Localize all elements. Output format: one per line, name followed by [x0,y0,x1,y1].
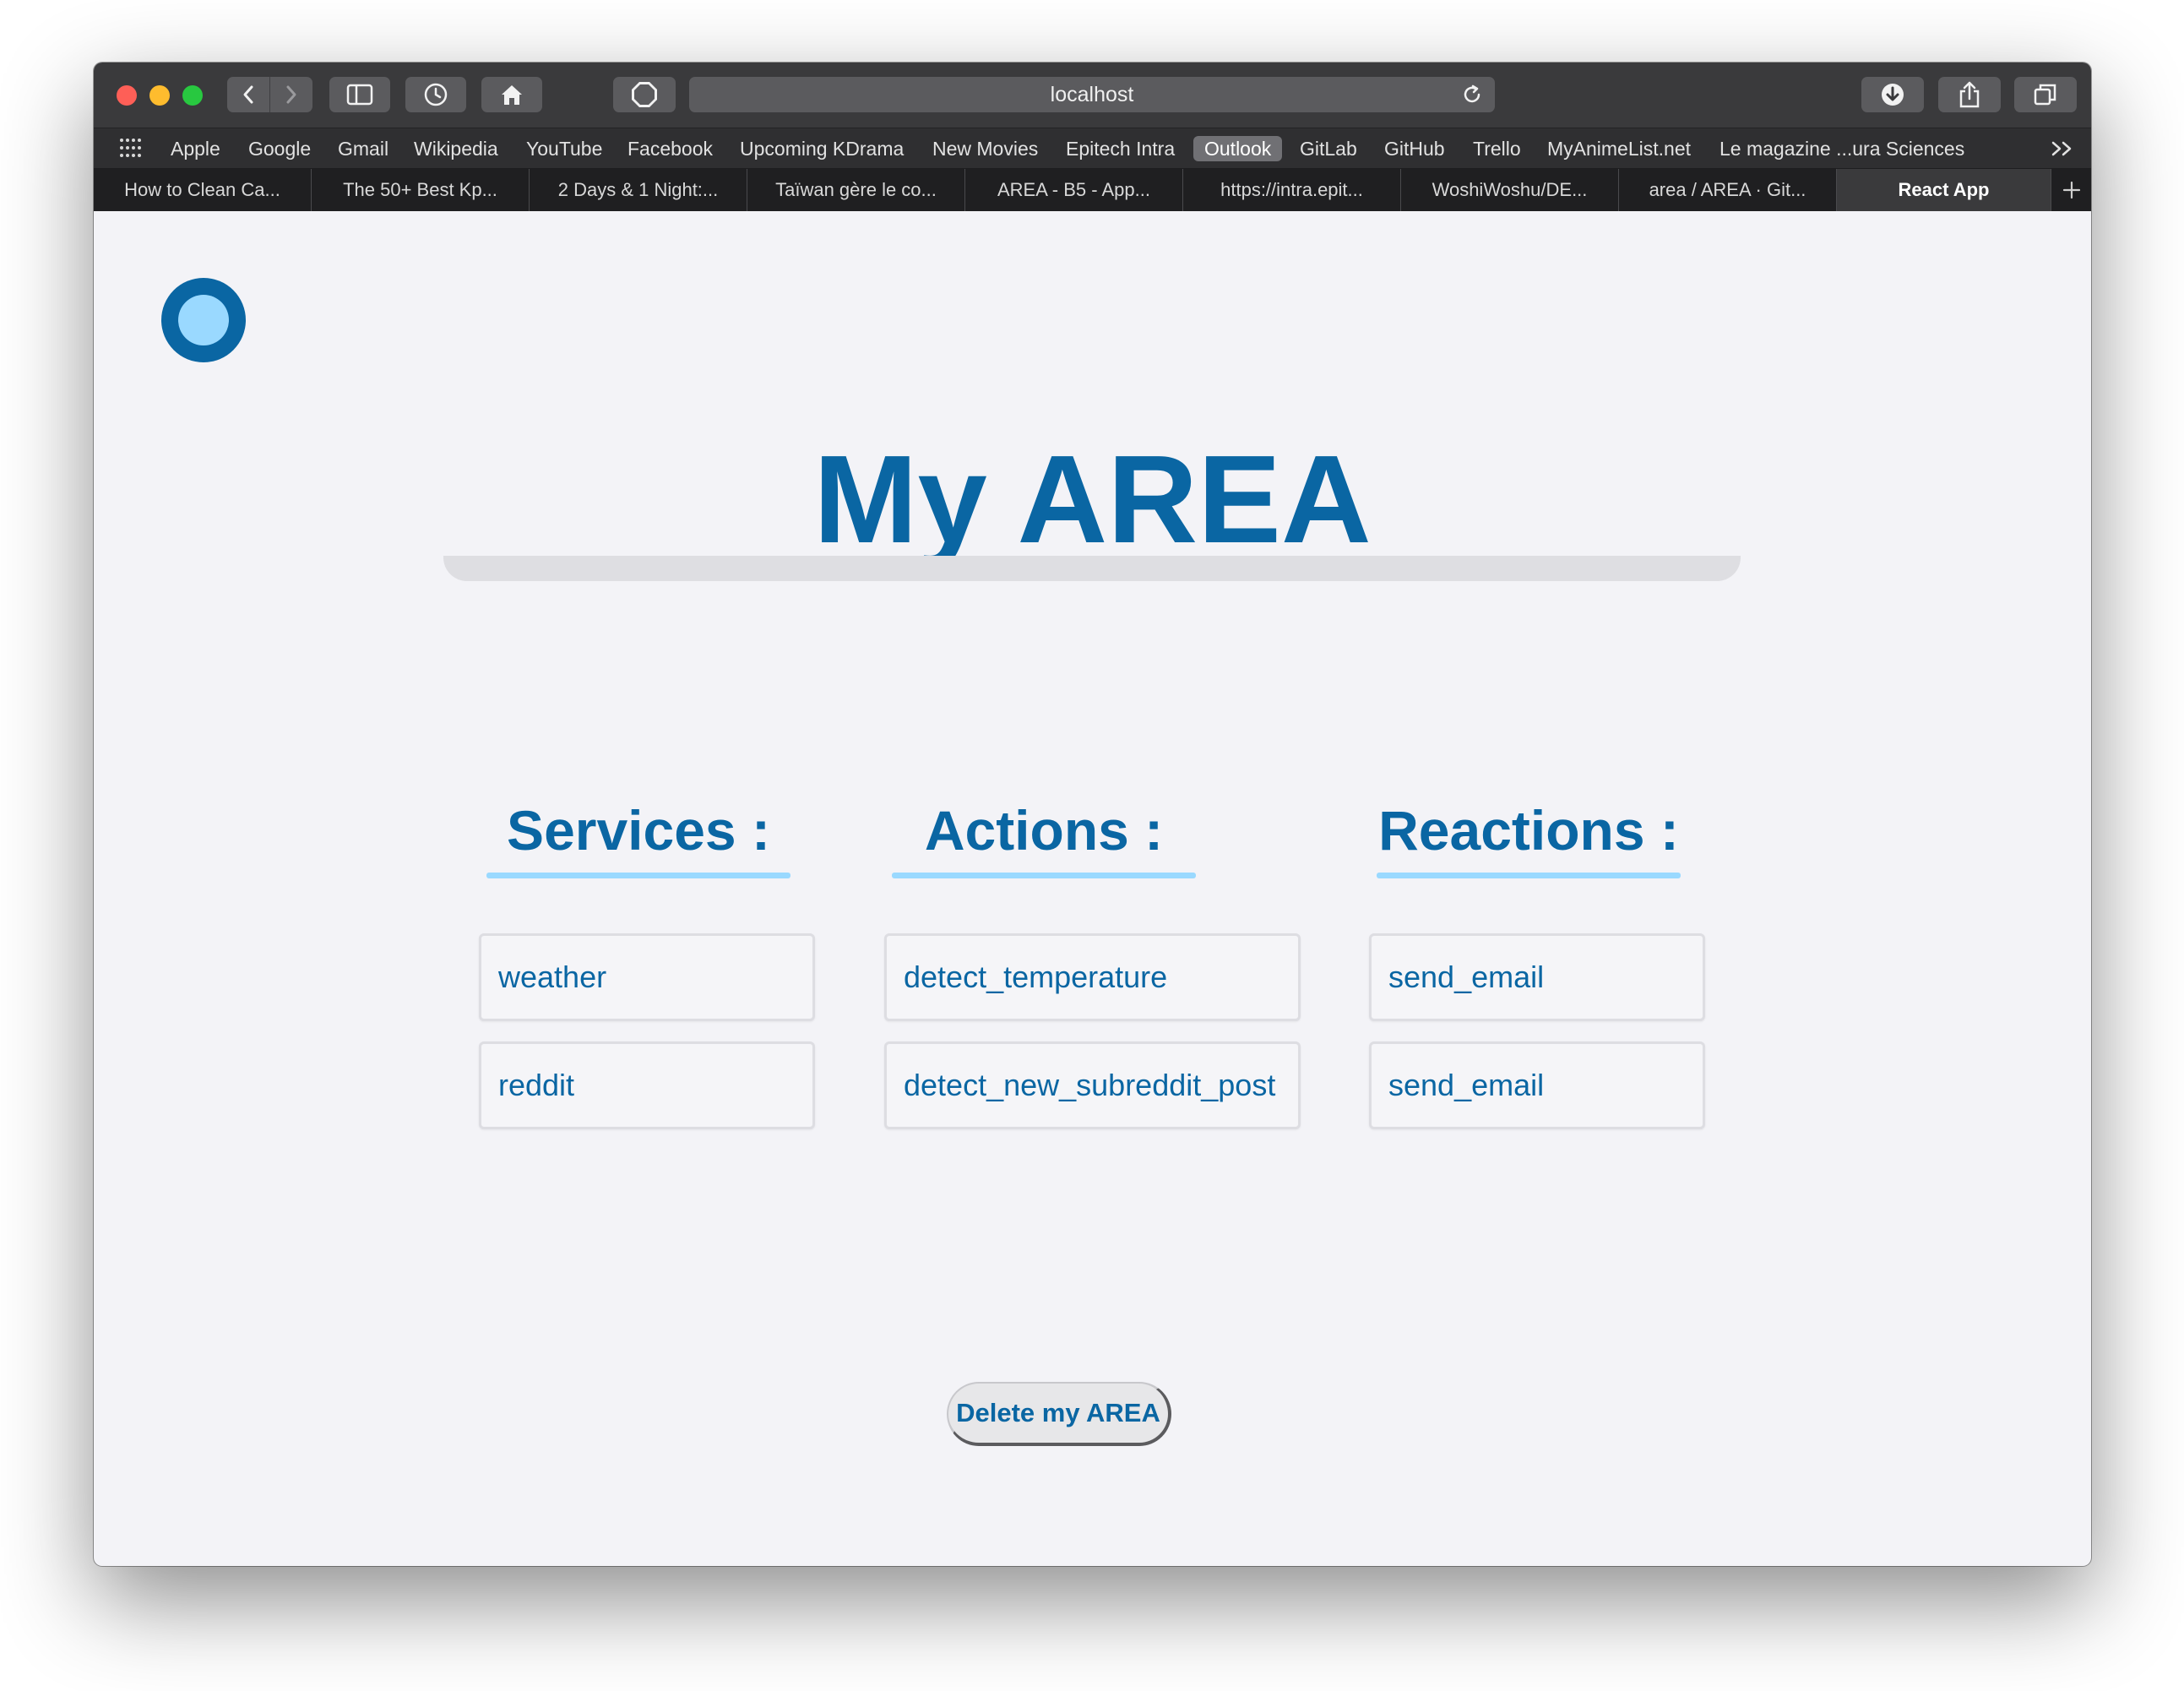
history-button[interactable] [405,77,466,112]
bookmarks-bar: Apple Google Gmail Wikipedia YouTube Fac… [94,128,2091,169]
tab-area-gitlab[interactable]: area / AREA · Git... [1619,169,1837,211]
more-bookmarks-icon[interactable] [2051,140,2076,157]
tab-best-kp[interactable]: The 50+ Best Kp... [312,169,530,211]
tab-woshiwoshu[interactable]: WoshiWoshu/DE... [1401,169,1619,211]
reactions-underline [1377,873,1681,878]
minimize-window-button[interactable] [149,85,170,106]
services-underline [486,873,790,878]
download-icon [1882,84,1904,106]
plus-icon [2062,181,2080,199]
bookmark-new-movies[interactable]: New Movies [932,136,1038,161]
app-logo[interactable] [161,278,246,362]
chevron-left-icon [243,85,253,104]
bookmark-outlook[interactable]: Outlook [1193,136,1283,161]
bookmark-le-magazine[interactable]: Le magazine ...ura Sciences [1719,136,1964,161]
reactions-heading: Reactions : [1378,799,1679,862]
browser-toolbar: localhost [94,63,2091,128]
action-item-detect-new-subreddit-post[interactable]: detect_new_subreddit_post [884,1041,1301,1129]
back-button[interactable] [227,77,269,112]
actions-underline [892,873,1196,878]
tab-react-app[interactable]: React App [1837,169,2051,211]
sidebar-toggle-button[interactable] [329,77,390,112]
reaction-item-send-email-2[interactable]: send_email [1369,1041,1705,1129]
bookmark-facebook[interactable]: Facebook [627,136,713,161]
actions-heading: Actions : [924,799,1164,862]
tab-how-to-clean[interactable]: How to Clean Ca... [94,169,312,211]
clock-icon [424,83,448,106]
delete-area-button[interactable]: Delete my AREA [947,1382,1171,1446]
share-button[interactable] [1938,77,2001,112]
adblock-icon [632,82,657,107]
share-icon [1959,81,1980,108]
adblock-extension-button[interactable] [613,77,676,112]
bookmark-github[interactable]: GitHub [1384,136,1445,161]
downloads-button[interactable] [1861,77,1924,112]
tab-2-days-1-night[interactable]: 2 Days & 1 Night:... [530,169,747,211]
browser-window: localhost Apple Google Gmail Wikipedia Y… [94,63,2091,1566]
bookmark-apple[interactable]: Apple [171,136,220,161]
history-navigation [227,77,312,112]
tab-intra-epitech[interactable]: https://intra.epit... [1183,169,1401,211]
page-title: My AREA [813,430,1372,569]
tab-area-b5[interactable]: AREA - B5 - App... [965,169,1183,211]
new-tab-button[interactable] [2051,169,2091,211]
tab-overview-button[interactable] [2014,77,2077,112]
bookmark-upcoming-kdrama[interactable]: Upcoming KDrama [740,136,904,161]
bookmark-trello[interactable]: Trello [1473,136,1521,161]
zoom-window-button[interactable] [182,85,203,106]
services-heading: Services : [507,799,770,862]
close-window-button[interactable] [117,85,137,106]
title-divider [443,556,1741,581]
action-item-detect-temperature[interactable]: detect_temperature [884,933,1301,1021]
address-bar-text: localhost [1050,83,1134,106]
tab-taiwan[interactable]: Taïwan gère le co... [747,169,965,211]
bookmark-wikipedia[interactable]: Wikipedia [414,136,498,161]
service-item-weather[interactable]: weather [479,933,815,1021]
forward-button[interactable] [269,77,312,112]
reload-button[interactable] [1461,77,1483,112]
home-button[interactable] [481,77,542,112]
reaction-item-send-email-1[interactable]: send_email [1369,933,1705,1021]
bookmark-myanimelist[interactable]: MyAnimeList.net [1547,136,1691,161]
tabs-icon [2034,84,2056,106]
bookmark-google[interactable]: Google [248,136,311,161]
bookmark-youtube[interactable]: YouTube [526,136,602,161]
tab-bar: How to Clean Ca... The 50+ Best Kp... 2 … [94,169,2091,211]
reload-icon [1464,84,1480,103]
bookmark-epitech-intra[interactable]: Epitech Intra [1066,136,1175,161]
address-bar[interactable]: localhost [689,77,1495,112]
bookmark-gitlab[interactable]: GitLab [1300,136,1357,161]
home-icon [502,85,522,105]
grid-icon[interactable] [119,138,143,158]
sidebar-icon [346,84,373,106]
chevron-right-icon [286,85,296,104]
service-item-reddit[interactable]: reddit [479,1041,815,1129]
page-content: My AREA Services : weather reddit Action… [94,211,2091,1566]
bookmark-gmail[interactable]: Gmail [338,136,388,161]
